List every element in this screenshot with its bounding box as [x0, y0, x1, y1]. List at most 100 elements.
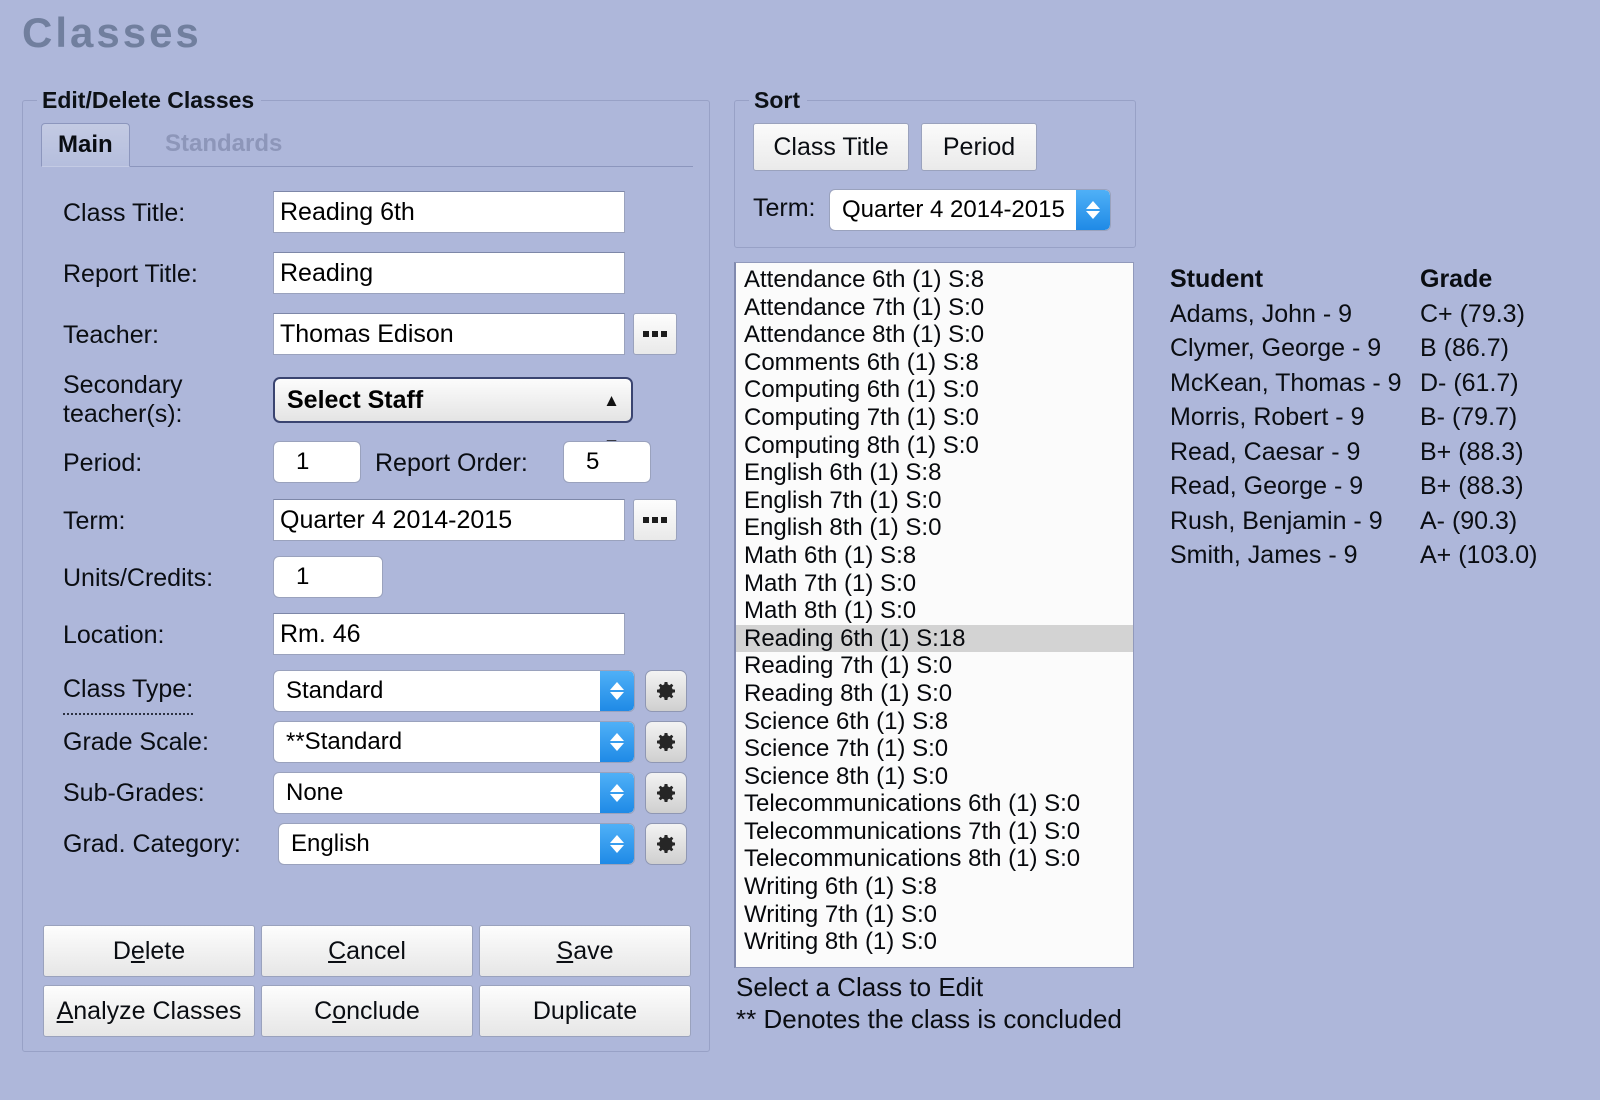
period-value: 1	[296, 448, 309, 475]
grad-category-settings-button[interactable]	[645, 823, 687, 865]
class-list-item[interactable]: English 7th (1) S:0	[736, 487, 1133, 515]
duplicate-button[interactable]: Duplicate	[479, 985, 691, 1037]
row-grade-scale: Grade Scale: **Standard	[23, 718, 709, 768]
student-grades-table: Student Grade Adams, John - 9C+ (79.3)Cl…	[1170, 262, 1570, 573]
class-list-item[interactable]: Science 7th (1) S:0	[736, 735, 1133, 763]
location-label: Location:	[63, 611, 164, 659]
class-list-item[interactable]: Math 8th (1) S:0	[736, 597, 1133, 625]
class-list-item[interactable]: Computing 6th (1) S:0	[736, 376, 1133, 404]
class-list[interactable]: Attendance 6th (1) S:8Attendance 7th (1)…	[734, 262, 1134, 968]
tab-standards[interactable]: Standards	[149, 123, 298, 167]
period-stepper[interactable]: 1	[273, 441, 361, 483]
grad-category-select[interactable]: English	[278, 823, 635, 865]
combo-arrows-icon[interactable]	[600, 824, 634, 864]
row-teacher: Teacher: Thomas Edison	[23, 311, 709, 361]
class-list-item[interactable]: Science 6th (1) S:8	[736, 708, 1133, 736]
cancel-button[interactable]: Cancel	[261, 925, 473, 977]
class-list-item[interactable]: Reading 8th (1) S:0	[736, 680, 1133, 708]
student-name: Morris, Robert - 9	[1170, 400, 1364, 435]
grade-scale-settings-button[interactable]	[645, 721, 687, 763]
class-title-input[interactable]: Reading 6th	[273, 191, 625, 233]
student-name: Clymer, George - 9	[1170, 331, 1381, 366]
class-list-item[interactable]: Reading 6th (1) S:18	[736, 625, 1133, 653]
combo-arrows-icon[interactable]	[600, 773, 634, 813]
units-credits-stepper[interactable]: 1	[273, 556, 383, 598]
dot-icon	[643, 331, 649, 337]
analyze-classes-button[interactable]: Analyze Classes	[43, 985, 255, 1037]
combo-arrows-icon[interactable]	[600, 722, 634, 762]
report-order-label: Report Order:	[375, 439, 528, 487]
class-list-item[interactable]: Math 6th (1) S:8	[736, 542, 1133, 570]
class-list-item[interactable]: Writing 6th (1) S:8	[736, 873, 1133, 901]
combo-arrows-icon[interactable]	[1076, 190, 1110, 230]
report-order-stepper[interactable]: 5	[563, 441, 651, 483]
class-list-item[interactable]: Telecommunications 7th (1) S:0	[736, 818, 1133, 846]
location-input[interactable]: Rm. 46	[273, 613, 625, 655]
save-button-label: Save	[557, 937, 614, 966]
class-list-item[interactable]: Attendance 8th (1) S:0	[736, 321, 1133, 349]
row-units-credits: Units/Credits: 1	[23, 554, 709, 604]
grade-scale-select[interactable]: **Standard	[273, 721, 635, 763]
class-list-item[interactable]: Writing 7th (1) S:0	[736, 901, 1133, 929]
conclude-button[interactable]: Conclude	[261, 985, 473, 1037]
term-chooser-button[interactable]	[633, 499, 677, 541]
class-list-item[interactable]: Reading 7th (1) S:0	[736, 652, 1133, 680]
dot-icon	[652, 331, 658, 337]
save-button[interactable]: Save	[479, 925, 691, 977]
grade-row: Read, George - 9B+ (88.3)	[1170, 469, 1570, 504]
class-list-item[interactable]: Telecommunications 8th (1) S:0	[736, 845, 1133, 873]
edit-panel-legend: Edit/Delete Classes	[37, 87, 261, 114]
class-type-settings-button[interactable]	[645, 670, 687, 712]
student-name: McKean, Thomas - 9	[1170, 366, 1402, 401]
class-list-item[interactable]: Science 8th (1) S:0	[736, 763, 1133, 791]
class-type-select[interactable]: Standard	[273, 670, 635, 712]
stepper-arrows-icon[interactable]	[309, 441, 337, 483]
class-title-label: Class Title:	[63, 189, 185, 237]
sub-grades-settings-button[interactable]	[645, 772, 687, 814]
tab-bar: Main Standards	[41, 123, 693, 167]
secondary-teachers-label: Secondary teacher(s):	[63, 371, 183, 429]
conclude-button-label: Conclude	[314, 997, 420, 1026]
stepper-arrows-icon[interactable]	[309, 556, 337, 598]
row-secondary-teachers: Secondary teacher(s): Select Staff ▲▼	[23, 369, 709, 433]
report-title-input[interactable]: Reading	[273, 252, 625, 294]
sort-term-select[interactable]: Quarter 4 2014-2015	[829, 189, 1111, 231]
class-list-item[interactable]: Computing 8th (1) S:0	[736, 432, 1133, 460]
teacher-chooser-button[interactable]	[633, 313, 677, 355]
teacher-label: Teacher:	[63, 311, 159, 359]
row-sub-grades: Sub-Grades: None	[23, 769, 709, 819]
row-class-type: Class Type: Standard	[23, 667, 709, 717]
class-list-item[interactable]: Attendance 6th (1) S:8	[736, 266, 1133, 294]
class-list-item[interactable]: English 8th (1) S:0	[736, 514, 1133, 542]
class-list-item[interactable]: Writing 8th (1) S:0	[736, 928, 1133, 956]
gear-icon	[654, 832, 678, 856]
dot-icon	[661, 331, 667, 337]
class-list-item[interactable]: Math 7th (1) S:0	[736, 570, 1133, 598]
secondary-teachers-select[interactable]: Select Staff ▲▼	[273, 377, 633, 423]
sort-term-value: Quarter 4 2014-2015	[842, 196, 1065, 223]
class-type-label[interactable]: Class Type:	[63, 667, 193, 715]
gear-icon	[654, 730, 678, 754]
page-title: Classes	[22, 12, 202, 54]
combo-arrows-icon[interactable]	[600, 671, 634, 711]
units-credits-label: Units/Credits:	[63, 554, 213, 602]
class-list-item[interactable]: English 6th (1) S:8	[736, 459, 1133, 487]
delete-button[interactable]: Delete	[43, 925, 255, 977]
row-class-title: Class Title: Reading 6th	[23, 189, 709, 239]
student-name: Adams, John - 9	[1170, 297, 1352, 332]
student-name: Smith, James - 9	[1170, 538, 1358, 573]
class-list-item[interactable]: Computing 7th (1) S:0	[736, 404, 1133, 432]
analyze-classes-button-label: Analyze Classes	[57, 997, 242, 1026]
class-list-item[interactable]: Attendance 7th (1) S:0	[736, 294, 1133, 322]
stepper-arrows-icon[interactable]	[599, 441, 627, 483]
sort-by-period-button[interactable]: Period	[921, 123, 1037, 171]
class-list-item[interactable]: Telecommunications 6th (1) S:0	[736, 790, 1133, 818]
sub-grades-select[interactable]: None	[273, 772, 635, 814]
term-label: Term:	[63, 497, 126, 545]
term-input[interactable]: Quarter 4 2014-2015	[273, 499, 625, 541]
tab-main[interactable]: Main	[41, 123, 130, 167]
teacher-input[interactable]: Thomas Edison	[273, 313, 625, 355]
grade-row: Adams, John - 9C+ (79.3)	[1170, 297, 1570, 332]
sort-by-class-title-button[interactable]: Class Title	[753, 123, 909, 171]
class-list-item[interactable]: Comments 6th (1) S:8	[736, 349, 1133, 377]
